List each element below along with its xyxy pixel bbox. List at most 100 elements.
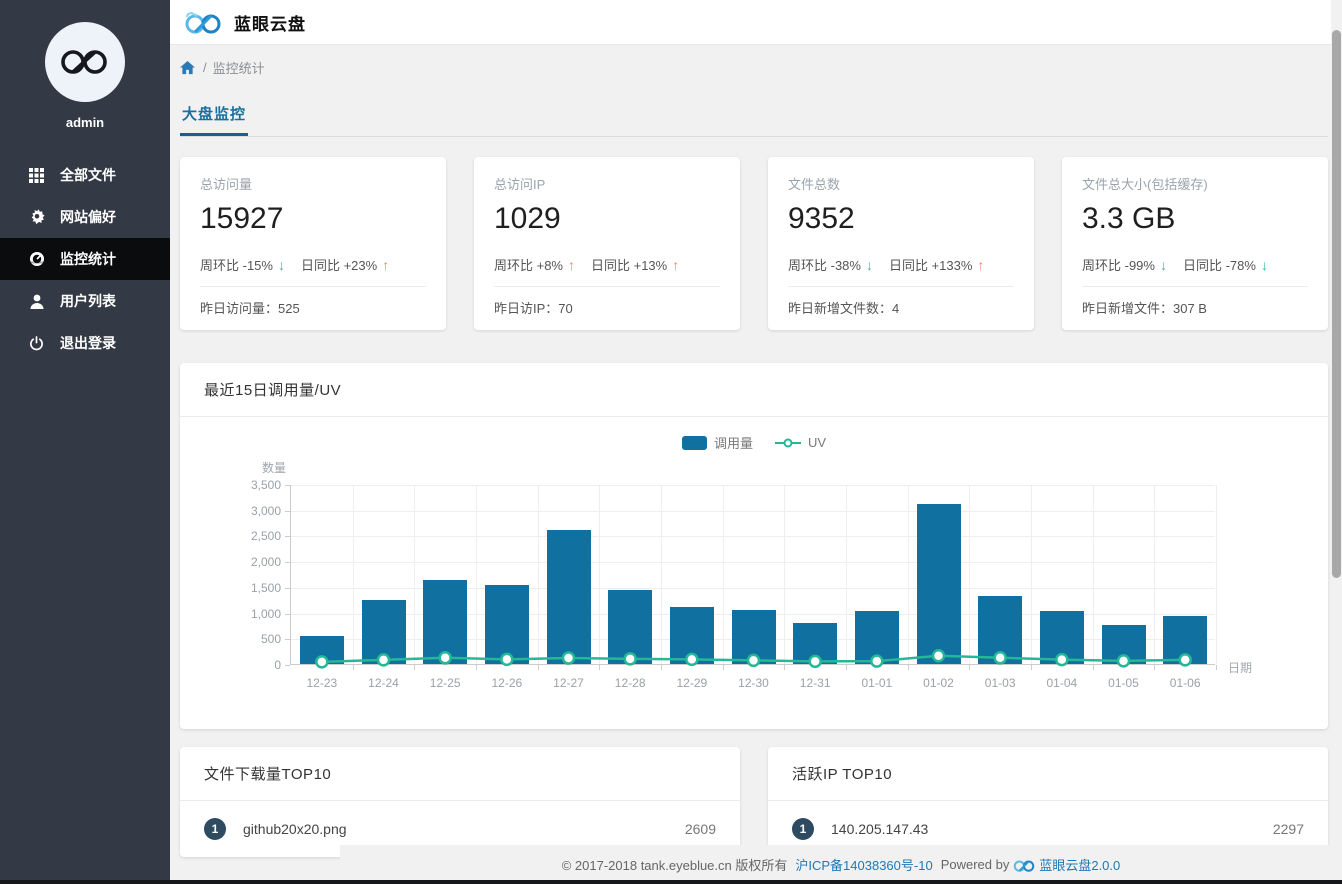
y-axis-title: 数量 xyxy=(262,461,287,475)
sidebar-item-label: 监控统计 xyxy=(60,251,116,267)
power-icon xyxy=(28,335,45,352)
main-area: 蓝眼云盘 / 监控统计 大盘监控 总访问量 15927 周环比 -15% ↓ 日同… xyxy=(170,0,1342,884)
trend-down-icon: ↓ xyxy=(277,256,285,273)
sidebar-item-site-preferences[interactable]: 网站偏好 xyxy=(0,196,170,238)
x-tick-label: 12-30 xyxy=(738,676,769,690)
trend-down-icon: ↓ xyxy=(1260,256,1268,273)
scrollbar-thumb[interactable] xyxy=(1332,30,1341,578)
gear-icon xyxy=(28,209,45,226)
x-tick-label: 01-05 xyxy=(1108,676,1139,690)
trend-week: 周环比 -38% ↓ xyxy=(788,256,873,274)
tab-dashboard-monitor[interactable]: 大盘监控 xyxy=(180,103,249,136)
uv-point-01-06[interactable] xyxy=(1178,653,1192,667)
sidebar-item-logout[interactable]: 退出登录 xyxy=(0,322,170,364)
trend-day: 日同比 +13% ↑ xyxy=(591,256,680,274)
copyright-text: © 2017-2018 tank.eyeblue.cn 版权所有 xyxy=(561,858,788,873)
trend-week: 周环比 -15% ↓ xyxy=(200,256,285,274)
uv-line-series xyxy=(315,648,1192,669)
sidebar-item-label: 用户列表 xyxy=(60,293,116,309)
footer-logo-icon xyxy=(1014,860,1035,872)
download-count: 2609 xyxy=(684,821,716,837)
uv-point-12-25[interactable] xyxy=(438,651,452,665)
uv-point-01-03[interactable] xyxy=(993,651,1007,665)
stat-label: 总访问IP xyxy=(494,177,546,192)
stat-footer: 昨日访IP：70 xyxy=(494,301,573,316)
uv-point-12-30[interactable] xyxy=(746,653,761,668)
x-axis-title: 日期 xyxy=(1228,661,1253,675)
x-tick-label: 12-26 xyxy=(491,676,523,690)
x-tick-label: 12-31 xyxy=(799,676,831,690)
x-tick-label: 12-23 xyxy=(306,676,338,690)
list-card-title: 活跃IP TOP10 xyxy=(768,747,1328,801)
x-tick-label: 12-29 xyxy=(676,676,708,690)
breadcrumb-current: 监控统计 xyxy=(212,61,265,76)
powered-by-text: Powered by xyxy=(940,857,1010,872)
x-tick-label: 01-04 xyxy=(1046,676,1078,690)
uv-point-01-05[interactable] xyxy=(1116,654,1131,668)
icp-link[interactable]: 沪ICP备14038360号-10 xyxy=(795,855,932,874)
footer: © 2017-2018 tank.eyeblue.cn 版权所有 沪ICP备14… xyxy=(340,845,1342,884)
stat-label: 文件总大小(包括缓存) xyxy=(1082,177,1208,192)
trend-day: 日同比 +133% ↑ xyxy=(888,256,985,274)
rank-badge: 1 xyxy=(204,818,226,840)
sidebar-item-label: 全部文件 xyxy=(60,167,116,183)
uv-point-12-24[interactable] xyxy=(376,653,391,667)
y-tick-label: 1,500 xyxy=(250,580,281,595)
list-card-title: 文件下载量TOP10 xyxy=(180,747,740,801)
stat-label: 总访问量 xyxy=(200,177,253,192)
stat-card-total-size: 文件总大小(包括缓存) 3.3 GB 周环比 -99% ↓ 日同比 -78% ↓ 昨… xyxy=(1062,157,1328,330)
legend-item-calls[interactable]: 调用量 xyxy=(681,433,753,452)
stat-footer: 昨日新增文件：307 B xyxy=(1082,301,1207,316)
product-link[interactable]: 蓝眼云盘2.0.0 xyxy=(1039,855,1120,874)
uv-point-12-26[interactable] xyxy=(500,652,514,667)
sidebar-item-user-list[interactable]: 用户列表 xyxy=(0,280,170,322)
chart-legend: 调用量 UV xyxy=(180,433,1328,452)
sidebar: admin 全部文件 网站偏好 监控统计 用户列表 退出登录 xyxy=(0,0,170,884)
chart-body: 调用量 UV 数量 0 500 1,000 1,500 2,000 2,500 3,000 3… xyxy=(180,417,1328,729)
stat-footer: 昨日新增文件数：4 xyxy=(788,301,900,316)
chart-card: 最近15日调用量/UV 调用量 UV 数量 0 500 1,000 1,500 2,00… xyxy=(180,363,1328,729)
trend-up-icon: ↑ xyxy=(672,256,680,273)
sidebar-item-all-files[interactable]: 全部文件 xyxy=(0,154,170,196)
x-tick-label: 01-01 xyxy=(861,676,893,690)
uv-point-12-29[interactable] xyxy=(685,652,699,667)
x-tick-label: 12-24 xyxy=(368,676,399,690)
file-name: github20x20.png xyxy=(243,821,347,837)
stat-footer: 昨日访问量：525 xyxy=(200,301,300,316)
home-icon[interactable] xyxy=(180,60,195,75)
x-tick-label: 12-25 xyxy=(429,676,461,690)
stat-card-total-ip: 总访问IP 1029 周环比 +8% ↑ 日同比 +13% ↑ 昨日访IP：70 xyxy=(474,157,740,330)
legend-item-uv[interactable]: UV xyxy=(774,435,826,450)
uv-point-12-27[interactable] xyxy=(561,651,576,665)
stat-value: 15927 xyxy=(200,202,284,235)
uv-point-12-23[interactable] xyxy=(315,655,329,669)
app-title: 蓝眼云盘 xyxy=(234,14,306,34)
file-download-top10-card: 文件下载量TOP10 1 github20x20.png 2609 xyxy=(180,747,740,857)
grid-icon xyxy=(28,167,45,184)
window-bottom-edge xyxy=(0,880,1342,884)
legend-bar-swatch-icon xyxy=(681,435,707,450)
y-tick-label: 3,500 xyxy=(250,478,281,492)
user-icon xyxy=(28,293,45,310)
sidebar-item-monitor-stats[interactable]: 监控统计 xyxy=(0,238,170,280)
breadcrumb-separator: / xyxy=(203,60,207,75)
stat-value: 1029 xyxy=(494,202,561,235)
uv-point-01-01[interactable] xyxy=(870,654,884,668)
x-tick-label: 01-02 xyxy=(923,676,954,690)
uv-point-12-31[interactable] xyxy=(808,654,822,669)
x-tick-label: 01-03 xyxy=(984,676,1016,690)
trend-up-icon: ↑ xyxy=(977,256,985,273)
uv-point-01-02[interactable] xyxy=(931,648,946,663)
uv-point-01-04[interactable] xyxy=(1055,652,1069,667)
sidebar-item-label: 退出登录 xyxy=(60,335,116,351)
scrollbar-track[interactable] xyxy=(1331,0,1342,884)
breadcrumb: / 监控统计 xyxy=(180,58,1328,77)
infinity-logo-icon xyxy=(61,50,107,74)
trend-down-icon: ↓ xyxy=(1159,256,1167,273)
stat-card-total-files: 文件总数 9352 周环比 -38% ↓ 日同比 +133% ↑ 昨日新增文件数：4 xyxy=(768,157,1034,330)
stat-card-total-visits: 总访问量 15927 周环比 -15% ↓ 日同比 +23% ↑ 昨日访问量：525 xyxy=(180,157,446,330)
stat-cards-row: 总访问量 15927 周环比 -15% ↓ 日同比 +23% ↑ 昨日访问量：525… xyxy=(180,157,1328,330)
uv-point-12-28[interactable] xyxy=(623,652,637,666)
ip-address: 140.205.147.43 xyxy=(831,821,929,837)
y-tick-label: 3,000 xyxy=(250,503,281,518)
